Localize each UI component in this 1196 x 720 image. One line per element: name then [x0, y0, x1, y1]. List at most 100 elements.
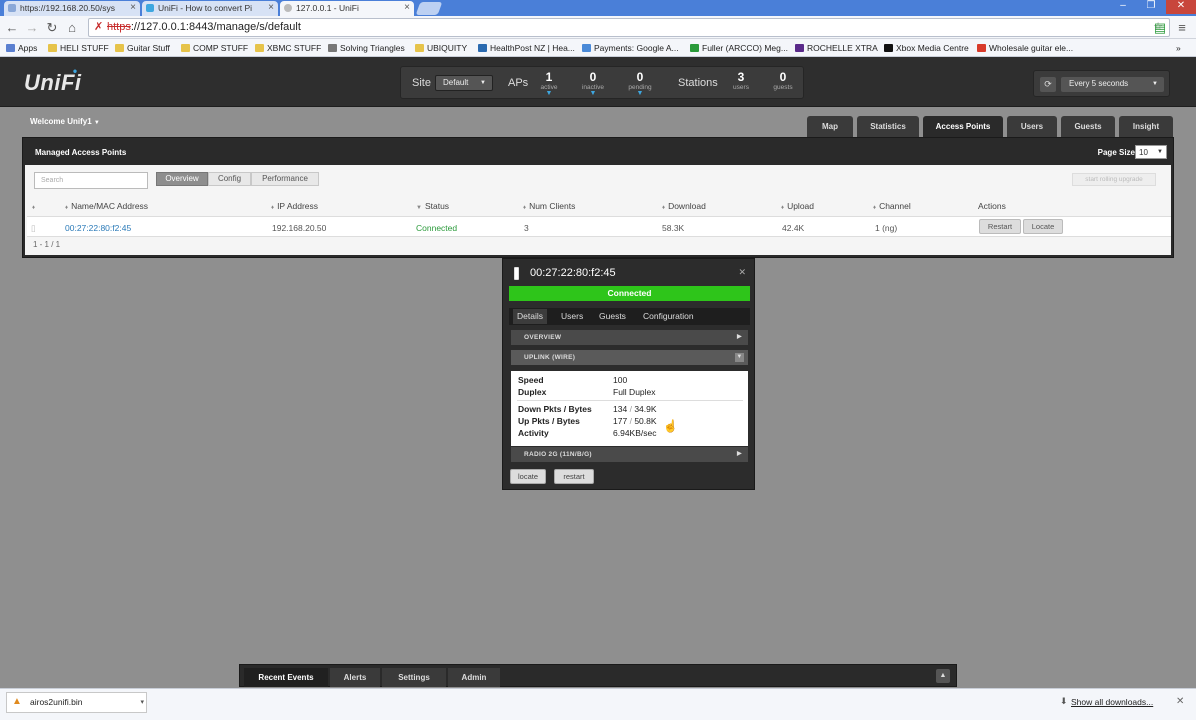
restart-button[interactable]: restart: [554, 469, 594, 484]
bookmark-item[interactable]: HealthPost NZ | Hea...: [478, 41, 575, 55]
col-name[interactable]: ♦ Name/MAC Address: [65, 201, 148, 211]
bookmark-item[interactable]: XBMC STUFF: [255, 41, 321, 55]
bookmark-item[interactable]: Solving Triangles: [328, 41, 405, 55]
close-icon[interactable]: ×: [404, 1, 410, 15]
section-uplink[interactable]: UPLINK (WIRE) ▼: [511, 350, 748, 365]
aps-label: APs: [508, 77, 529, 89]
forward-icon[interactable]: →: [24, 20, 40, 36]
welcome-menu[interactable]: Welcome Unify1 ▼: [30, 117, 100, 126]
stat-guests[interactable]: 0 guests: [766, 70, 800, 91]
bookmark-label: Apps: [18, 43, 38, 53]
tab-insight[interactable]: Insight: [1119, 116, 1173, 137]
tab-alerts[interactable]: Alerts: [330, 668, 380, 687]
tab-users[interactable]: Users: [561, 311, 583, 321]
bookmark-item[interactable]: HELI STUFF: [48, 41, 109, 55]
section-radio[interactable]: RADIO 2G (11N/B/G) ▶: [511, 447, 748, 462]
table-row[interactable]: ▯ 00:27:22:80:f2:45 192.168.20.50 Connec…: [27, 216, 1171, 237]
tab-config[interactable]: Config: [208, 172, 251, 186]
browser-tab-3[interactable]: 127.0.0.1 - UniFi ×: [280, 1, 414, 16]
tab-recent-events[interactable]: Recent Events: [244, 668, 328, 687]
locate-button[interactable]: locate: [510, 469, 546, 484]
activity-value: 6.94KB/sec: [613, 428, 657, 438]
restart-button[interactable]: Restart: [979, 219, 1021, 234]
ap-mac-link[interactable]: 00:27:22:80:f2:45: [65, 223, 131, 233]
download-item[interactable]: ▲ airos2unifi.bin ▾: [6, 692, 147, 713]
bookmark-item[interactable]: Apps: [6, 41, 37, 55]
stat-inactive[interactable]: 0 inactive ▼: [576, 70, 610, 97]
col-channel[interactable]: ♦ Channel: [873, 201, 911, 211]
stat-pending[interactable]: 0 pending ▼: [623, 70, 657, 97]
tab-details[interactable]: Details: [513, 309, 547, 324]
close-icon[interactable]: ✕: [1176, 696, 1184, 707]
bookmark-label: Guitar Stuff: [127, 43, 170, 53]
col-ip[interactable]: ♦ IP Address: [271, 201, 318, 211]
page-size-select[interactable]: 10 ▼: [1135, 145, 1167, 159]
bookmark-item[interactable]: Guitar Stuff: [115, 41, 170, 55]
reload-icon[interactable]: ↻: [44, 20, 60, 36]
search-input[interactable]: Search: [34, 172, 148, 189]
window-close-button[interactable]: ✕: [1166, 0, 1196, 14]
new-tab-button[interactable]: [415, 2, 443, 15]
home-icon[interactable]: ⌂: [64, 20, 80, 36]
duplex-value: Full Duplex: [613, 387, 656, 397]
address-bar[interactable]: ✗ https://127.0.0.1:8443/manage/s/defaul…: [88, 18, 1170, 37]
tab-access-points[interactable]: Access Points: [923, 116, 1003, 137]
chevron-down-icon: ▼: [1152, 81, 1158, 87]
tab-users[interactable]: Users: [1007, 116, 1057, 137]
stat-users[interactable]: 3 users: [724, 70, 758, 91]
tab-statistics[interactable]: Statistics: [857, 116, 919, 137]
minimize-button[interactable]: –: [1110, 0, 1136, 14]
site-select[interactable]: Default ▼: [435, 75, 493, 91]
col-num-clients[interactable]: ♦ Num Clients: [523, 201, 575, 211]
bookmark-item[interactable]: Fuller (ARCCO) Meg...: [690, 41, 788, 55]
col-status[interactable]: ▼ Status: [416, 201, 449, 211]
extension-icon[interactable]: ▤: [1152, 20, 1168, 36]
tab-map[interactable]: Map: [807, 116, 853, 137]
back-icon[interactable]: ←: [4, 20, 20, 36]
col-download[interactable]: ♦ Download: [662, 201, 706, 211]
maximize-button[interactable]: ❐: [1138, 0, 1164, 14]
divider: [517, 400, 743, 401]
unifi-icon: [146, 4, 154, 12]
mouse-cursor-icon: ☝: [663, 419, 678, 433]
bookmark-item[interactable]: UBIQUITY: [415, 41, 467, 55]
close-icon[interactable]: ×: [130, 1, 136, 15]
refresh-interval-select[interactable]: Every 5 seconds ▼: [1061, 77, 1164, 92]
chevron-right-icon: ▶: [737, 451, 742, 457]
downloads-bar: ▲ airos2unifi.bin ▾ ⬇ Show all downloads…: [0, 688, 1196, 720]
tab-overview[interactable]: Overview: [156, 172, 208, 186]
ap-detail-popup: 00:27:22:80:f2:45 ✕ Connected Details Us…: [502, 258, 755, 490]
bookmark-item[interactable]: COMP STUFF: [181, 41, 248, 55]
expand-icon[interactable]: ▲: [936, 669, 950, 683]
more-bookmarks-icon[interactable]: »: [1176, 41, 1181, 55]
tab-guests[interactable]: Guests: [599, 311, 626, 321]
refresh-icon[interactable]: ⟳: [1040, 77, 1056, 92]
tab-admin[interactable]: Admin: [448, 668, 500, 687]
tab-settings[interactable]: Settings: [382, 668, 446, 687]
browser-tab-1[interactable]: https://192.168.20.50/sys ×: [4, 1, 140, 16]
close-icon[interactable]: ×: [268, 1, 274, 15]
stat-active[interactable]: 1 active ▼: [532, 70, 566, 97]
chevron-down-icon[interactable]: ▾: [140, 693, 144, 712]
bookmark-item[interactable]: Xbox Media Centre: [884, 41, 969, 55]
folder-icon: [48, 44, 57, 52]
locate-button[interactable]: Locate: [1023, 219, 1063, 234]
tab-configuration[interactable]: Configuration: [643, 311, 694, 321]
show-all-downloads-link[interactable]: Show all downloads...: [1071, 697, 1153, 707]
menu-icon[interactable]: ≡: [1174, 20, 1190, 36]
bookmark-item[interactable]: Wholesale guitar ele...: [977, 41, 1073, 55]
tab-guests[interactable]: Guests: [1061, 116, 1115, 137]
close-icon[interactable]: ✕: [738, 267, 746, 278]
bookmark-label: Fuller (ARCCO) Meg...: [702, 43, 788, 53]
browser-tab-2[interactable]: UniFi - How to convert Pi ×: [142, 1, 278, 16]
tab-performance[interactable]: Performance: [251, 172, 319, 186]
page-icon: [284, 4, 292, 12]
bookmark-item[interactable]: ROCHELLE XTRA: [795, 41, 878, 55]
col-upload[interactable]: ♦ Upload: [781, 201, 814, 211]
folder-icon: [328, 44, 337, 52]
bookmark-label: Wholesale guitar ele...: [989, 43, 1074, 53]
section-overview[interactable]: OVERVIEW ▶: [511, 330, 748, 345]
bookmark-item[interactable]: Payments: Google A...: [582, 41, 679, 55]
select-all-sort[interactable]: ♦: [32, 201, 38, 211]
rolling-upgrade-button[interactable]: start rolling upgrade: [1072, 173, 1156, 186]
